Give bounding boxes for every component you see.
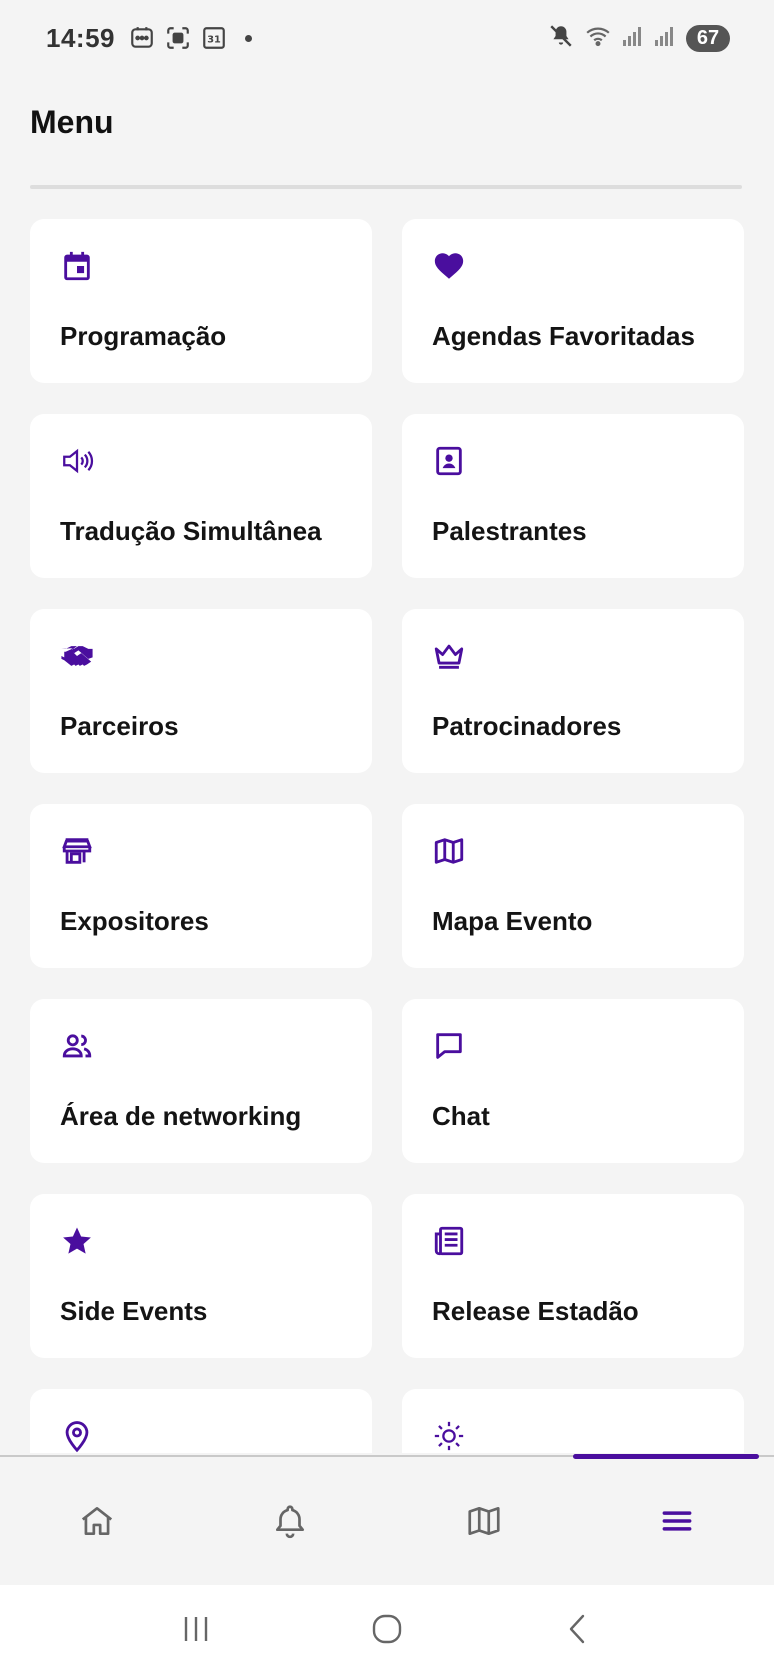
newspaper-icon (432, 1224, 466, 1258)
recent-apps-icon (179, 1614, 213, 1649)
nav-menu[interactable] (581, 1457, 774, 1585)
back-chevron-icon (563, 1612, 593, 1651)
people-icon (60, 1029, 94, 1063)
menu-item-mapa-evento[interactable]: Mapa Evento (402, 804, 744, 968)
chat-bubble-icon (432, 1029, 466, 1063)
status-system-icons: 67 (548, 23, 730, 54)
star-icon (60, 1224, 94, 1258)
system-back-button[interactable] (538, 1601, 618, 1661)
svg-text:31: 31 (207, 34, 221, 45)
location-pin-icon (60, 1419, 94, 1453)
contact-card-icon (432, 444, 466, 478)
menu-item-label: Programação (60, 321, 227, 351)
menu-item-area-de-networking[interactable]: Área de networking (30, 999, 372, 1163)
signal-icon (622, 24, 644, 53)
menu-item-label: Palestrantes (432, 516, 587, 546)
handshake-icon (60, 639, 94, 673)
menu-item-label: Mapa Evento (432, 906, 593, 936)
speaker-icon (60, 444, 94, 478)
menu-item-label: Release Estadão (432, 1296, 639, 1326)
menu-grid: Programação Agendas Favoritadas Tradução… (30, 219, 744, 1453)
menu-item-release-estadao[interactable]: Release Estadão (402, 1194, 744, 1358)
menu-item-label: Expositores (60, 906, 209, 936)
menu-item-label: Chat (432, 1101, 490, 1131)
menu-item-expositores[interactable]: Expositores (30, 804, 372, 968)
menu-item-label: Parceiros (60, 711, 179, 741)
menu-item-traducao-simultanea[interactable]: Tradução Simultânea (30, 414, 372, 578)
mute-icon (548, 23, 574, 54)
calendar-icon (60, 249, 94, 283)
menu-item-patrocinadores[interactable]: Patrocinadores (402, 609, 744, 773)
header-divider (30, 185, 742, 189)
menu-item-label: Área de networking (60, 1101, 302, 1131)
bottom-nav (0, 1457, 774, 1585)
map-icon (465, 1502, 503, 1540)
menu-item-side-events[interactable]: Side Events (30, 1194, 372, 1358)
crown-icon (432, 639, 466, 673)
nav-home[interactable] (0, 1457, 194, 1585)
menu-item-palestrantes[interactable]: Palestrantes (402, 414, 744, 578)
menu-item-agendas-favoritadas[interactable]: Agendas Favoritadas (402, 219, 744, 383)
calendar-notification-icon (129, 25, 155, 51)
nav-notifications[interactable] (194, 1457, 388, 1585)
battery-level: 67 (686, 24, 730, 52)
menu-item-label: Side Events (60, 1296, 208, 1326)
storefront-icon (60, 834, 94, 868)
menu-item-label: Tradução Simultânea (60, 516, 322, 546)
nav-active-indicator (573, 1454, 759, 1459)
sun-icon (432, 1419, 466, 1453)
signal-icon-2 (654, 24, 676, 53)
nav-map[interactable] (387, 1457, 581, 1585)
recent-apps-button[interactable] (156, 1601, 236, 1661)
screenshot-notification-icon (165, 25, 191, 51)
menu-item-sun[interactable] (402, 1389, 744, 1453)
menu-item-parceiros[interactable]: Parceiros (30, 609, 372, 773)
home-icon (78, 1502, 116, 1540)
menu-item-location[interactable] (30, 1389, 372, 1453)
status-notification-icons: 31 (129, 25, 252, 51)
menu-item-label: Patrocinadores (432, 711, 622, 741)
wifi-icon (584, 23, 612, 54)
menu-item-programacao[interactable]: Programação (30, 219, 372, 383)
system-home-button[interactable] (347, 1601, 427, 1661)
menu-item-label: Agendas Favoritadas (432, 321, 695, 351)
more-notifications-dot (245, 34, 252, 42)
hamburger-menu-icon (658, 1502, 696, 1540)
bell-icon (271, 1502, 309, 1540)
status-time: 14:59 (46, 22, 115, 53)
status-bar: 14:59 31 67 (0, 0, 774, 76)
google-calendar-notification-icon: 31 (201, 25, 227, 51)
home-circle-icon (370, 1612, 404, 1651)
map-icon (432, 834, 466, 868)
page-title: Menu (30, 104, 114, 140)
system-nav-bar (0, 1585, 774, 1677)
menu-item-chat[interactable]: Chat (402, 999, 744, 1163)
heart-icon (432, 249, 466, 283)
